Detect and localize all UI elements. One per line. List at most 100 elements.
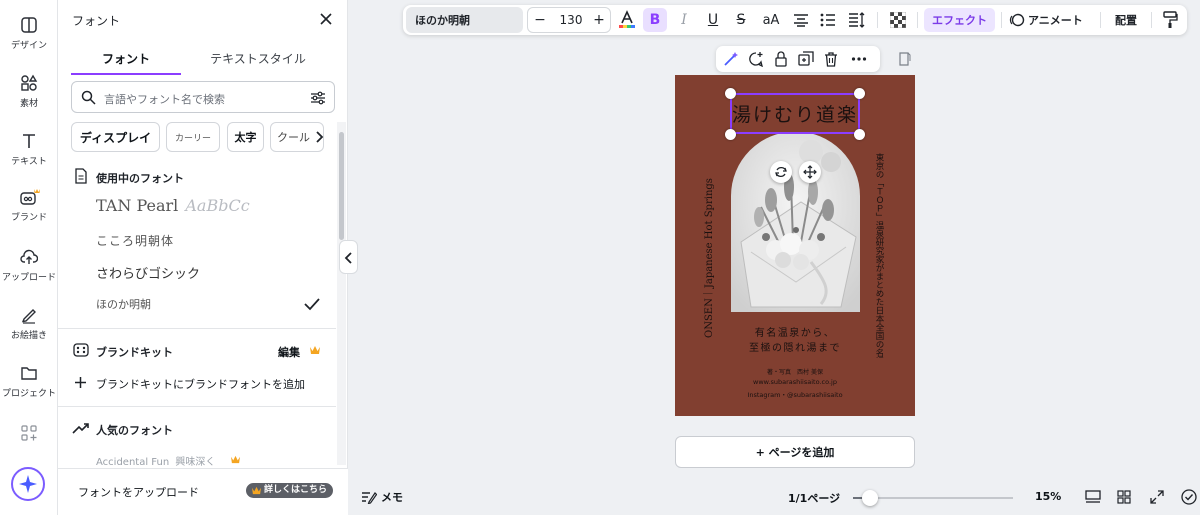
divider-1 [58, 328, 336, 329]
chip-bold[interactable]: 太字 [227, 122, 264, 152]
letter-case-button[interactable]: aA [759, 5, 783, 35]
font-item-accidental-fun[interactable]: Accidental Fun 興味深く [96, 453, 215, 468]
learn-more-badge[interactable]: 詳しくはこちら [246, 483, 334, 498]
format-painter-button[interactable] [1158, 5, 1182, 35]
font-size-increase[interactable]: + [588, 5, 610, 35]
grid-view-icon[interactable] [1117, 490, 1131, 504]
rail-apps[interactable] [0, 424, 58, 446]
check-circle-icon[interactable] [1181, 489, 1197, 505]
close-icon[interactable] [318, 11, 334, 27]
font-size-value[interactable]: 130 [551, 5, 591, 35]
design-url[interactable]: www.subarashiisaito.co.jp [675, 378, 915, 386]
text-color-button[interactable] [616, 5, 638, 35]
design-credit[interactable]: 著・写真 西村 美保 [675, 367, 915, 376]
animate-label: アニメート [1028, 14, 1083, 27]
upload-font-bar: フォントをアップロード 詳しくはこちら [58, 468, 348, 515]
design-instagram[interactable]: Instagram・@subarashiisaito [675, 389, 915, 399]
tab-text-styles[interactable]: テキストスタイル [198, 50, 318, 67]
chevron-left-icon [344, 252, 352, 264]
zoom-value[interactable]: 15% [1035, 490, 1061, 503]
scrollbar-thumb[interactable] [339, 132, 344, 240]
transparency-button[interactable] [887, 5, 909, 35]
design-lead-2[interactable]: 至極の隠れ湯まで [675, 339, 915, 354]
brand-kit-edit-link[interactable]: 編集 [278, 344, 300, 360]
bold-button[interactable]: B [643, 8, 667, 32]
notes-button[interactable]: メモ [361, 489, 403, 505]
brand-kit-icon [73, 343, 89, 357]
page-indicator[interactable]: 1/1ページ [788, 490, 840, 506]
magic-edit-icon[interactable] [723, 51, 739, 67]
trash-icon[interactable] [823, 51, 839, 67]
design-lead-1[interactable]: 有名温泉から、 [675, 324, 915, 339]
page-view-icon[interactable] [1085, 490, 1101, 504]
bottom-bar: メモ 1/1ページ 15% [348, 480, 1200, 515]
magic-assistant-button[interactable] [11, 467, 45, 501]
font-item-sawarabi[interactable]: さわらびゴシック [96, 263, 200, 282]
side-rail: デザイン 素材 テキスト ブランド アップロード お絵描き プロジェクト [0, 0, 58, 515]
design-page[interactable]: 湯けむり道楽 ONSEN｜Japanese Hot Springs 東京の「ＴＯ… [675, 75, 915, 416]
upload-icon [20, 249, 38, 264]
resize-handle-tl[interactable] [725, 88, 736, 99]
add-brand-font-link[interactable]: ブランドキットにブランドフォントを追加 [96, 376, 305, 392]
font-item-tan-pearl-sample: AaBbCc [185, 196, 250, 215]
rail-elements[interactable]: 素材 [0, 74, 58, 109]
duplicate-icon[interactable] [798, 51, 814, 67]
chip-curly[interactable]: カーリー [166, 122, 220, 152]
divider-2 [58, 406, 336, 407]
animate-icon [1009, 13, 1025, 27]
animate-button[interactable]: アニメート [1009, 5, 1095, 35]
fullscreen-icon[interactable] [1150, 490, 1164, 504]
comment-add-icon[interactable] [748, 51, 764, 67]
zoom-slider[interactable] [853, 490, 1013, 506]
rail-brand[interactable]: ブランド [0, 188, 58, 223]
rail-text-label: テキスト [11, 157, 47, 167]
list-button[interactable] [817, 5, 839, 35]
chip-display[interactable]: ディスプレイ [71, 122, 160, 152]
italic-button[interactable]: I [673, 5, 695, 35]
rail-projects[interactable]: プロジェクト [0, 364, 58, 399]
align-button[interactable] [790, 5, 812, 35]
font-family-select[interactable]: ほのか明朝 [406, 7, 523, 33]
panel-scrollbar[interactable] [337, 122, 346, 465]
design-side-left[interactable]: ONSEN｜Japanese Hot Springs [702, 173, 717, 338]
rail-upload[interactable]: アップロード [0, 248, 58, 283]
move-handle[interactable] [799, 161, 821, 183]
elements-icon [21, 74, 38, 91]
toolbar-separator-4 [1100, 12, 1101, 28]
rail-elements-label: 素材 [19, 99, 38, 109]
zoom-slider-thumb[interactable] [862, 490, 878, 506]
tab-fonts[interactable]: フォント [71, 50, 181, 67]
font-item-tan-pearl[interactable]: TAN Pearl AaBbCc [96, 196, 250, 215]
font-item-kokoro[interactable]: こころ明朝体 [96, 232, 174, 249]
font-item-honoka[interactable]: ほのか明朝 [96, 296, 151, 312]
resize-handle-br[interactable] [854, 129, 865, 140]
notes-icon [362, 492, 377, 504]
position-button[interactable]: 配置 [1107, 5, 1145, 35]
strikethrough-button[interactable]: S [730, 5, 752, 35]
design-title[interactable]: 湯けむり道楽 [732, 100, 858, 127]
upload-font-link[interactable]: フォントをアップロード [78, 484, 199, 500]
rail-design[interactable]: デザイン [0, 16, 58, 51]
resize-handle-bl[interactable] [725, 129, 736, 140]
more-icon[interactable] [851, 51, 867, 67]
add-page-button[interactable]: + ページを追加 [675, 436, 915, 468]
flower-photo[interactable] [731, 132, 860, 312]
effects-button[interactable]: エフェクト [924, 8, 995, 32]
rotate-handle[interactable] [770, 161, 792, 183]
spacing-button[interactable] [846, 5, 868, 35]
rail-draw[interactable]: お絵描き [0, 306, 58, 341]
chevron-right-icon[interactable] [312, 129, 326, 145]
font-size-decrease[interactable]: − [529, 5, 551, 35]
text-toolbar: ほのか明朝 − 130 + B I U S aA エフェクト アニメート 配置 [403, 5, 1187, 35]
filter-icon[interactable] [310, 90, 326, 106]
add-page-icon[interactable] [897, 52, 911, 66]
lock-icon[interactable] [773, 51, 789, 67]
toolbar-separator-3 [1001, 12, 1002, 28]
resize-handle-tr[interactable] [854, 88, 865, 99]
rail-draw-label: お絵描き [10, 331, 47, 341]
collapse-panel-button[interactable] [339, 240, 358, 274]
underline-button[interactable]: U [702, 5, 724, 35]
font-search-input[interactable]: 言語やフォント名で検索 [71, 81, 335, 113]
rail-text[interactable]: テキスト [0, 132, 58, 167]
panel-title: フォント [72, 14, 121, 28]
